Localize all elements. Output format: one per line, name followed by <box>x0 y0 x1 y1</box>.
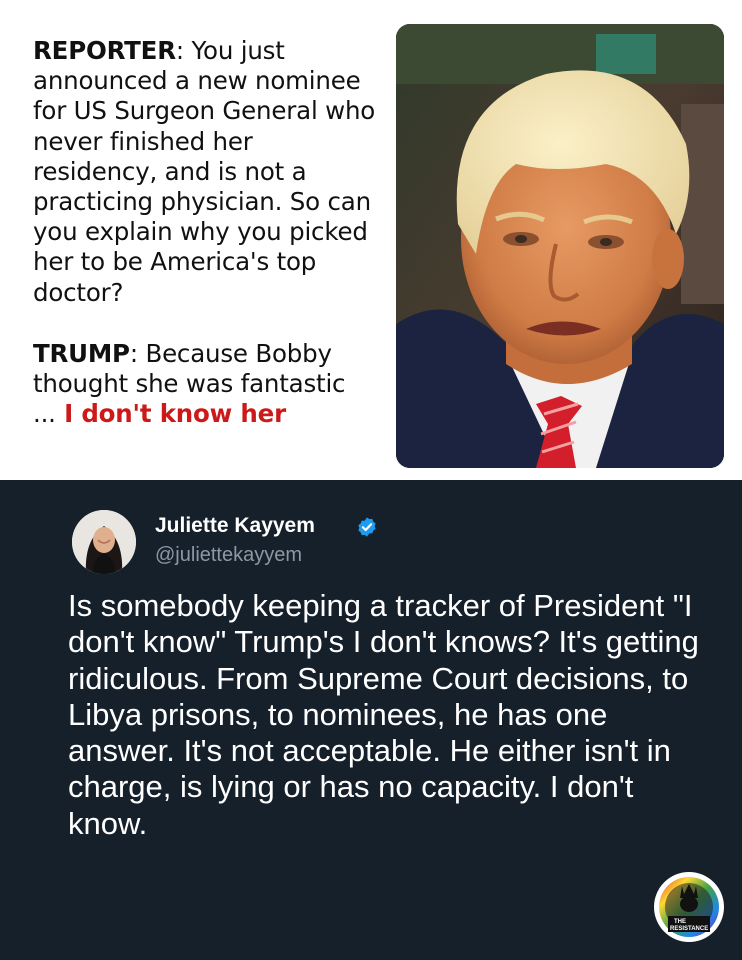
portrait-illustration <box>396 24 724 468</box>
trump-highlight: I don't know her <box>55 399 286 429</box>
logo-text-the: THE <box>674 919 686 925</box>
trump-paragraph: TRUMP: Because Bobby thought she was fan… <box>33 339 383 430</box>
ellipsis: ... <box>33 399 56 429</box>
top-panel: REPORTER: You just announced a new nomin… <box>0 0 742 480</box>
trump-photo <box>396 24 724 468</box>
reporter-text: : You just announced a new nominee for U… <box>33 36 376 307</box>
display-name[interactable]: Juliette Kayyem <box>155 514 315 538</box>
avatar-illustration <box>72 510 136 574</box>
tweet-card: Juliette Kayyem @juliettekayyem Is someb… <box>0 480 742 960</box>
the-resistance-logo: THE RESISTANCE <box>654 872 724 942</box>
avatar[interactable] <box>72 510 136 574</box>
logo-text-resistance: RESISTANCE <box>670 926 708 932</box>
handle[interactable]: @juliettekayyem <box>155 544 302 567</box>
tweet-text: Is somebody keeping a tracker of Preside… <box>68 588 699 841</box>
verified-check-icon <box>358 517 376 537</box>
quote-block: REPORTER: You just announced a new nomin… <box>33 36 383 429</box>
resistance-logo-graphic: THE RESISTANCE <box>655 873 723 941</box>
trump-label: TRUMP <box>33 338 130 368</box>
reporter-label: REPORTER <box>33 36 176 65</box>
reporter-paragraph: REPORTER: You just announced a new nomin… <box>33 36 383 308</box>
